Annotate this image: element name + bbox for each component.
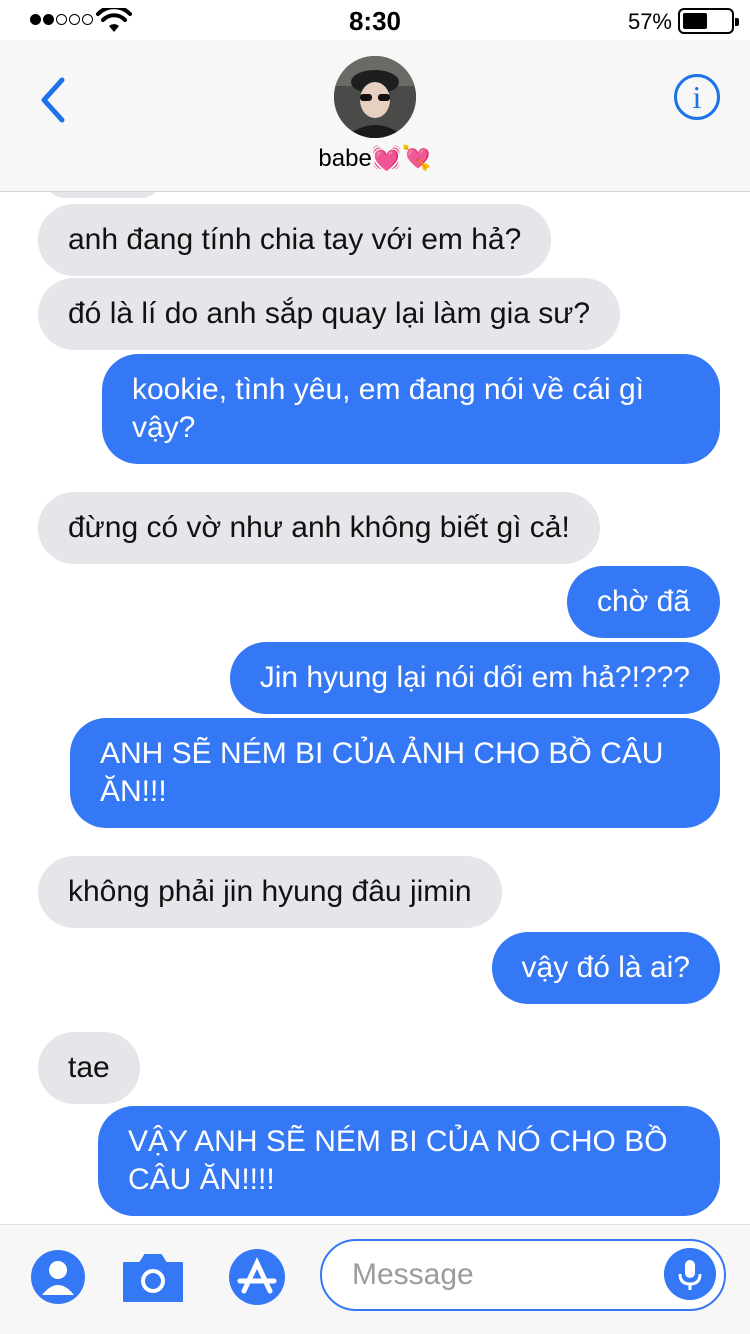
message-input-container[interactable] (320, 1239, 726, 1311)
incoming-message[interactable]: đừng có vờ như anh không biết gì cả! (38, 492, 600, 564)
contact-avatar[interactable] (334, 56, 416, 138)
contact-name-text: babe (318, 145, 372, 172)
contact-name[interactable]: babe💓💘 (0, 144, 750, 173)
camera-icon[interactable] (120, 1247, 186, 1307)
incoming-message[interactable]: tae (38, 1032, 140, 1104)
conversation-header: babe💓💘 i (0, 40, 750, 192)
battery-icon (678, 8, 739, 34)
info-icon[interactable]: i (674, 74, 720, 120)
outgoing-message[interactable]: vậy đó là ai? (491, 932, 720, 1004)
message-composer (0, 1224, 750, 1334)
previous-message-bubble (46, 192, 160, 198)
microphone-icon[interactable] (664, 1248, 716, 1300)
contact-icon[interactable] (28, 1247, 88, 1307)
incoming-message[interactable]: không phải jin hyung đâu jimin (38, 856, 502, 928)
status-bar: 8:30 57% (0, 0, 750, 40)
incoming-message[interactable]: anh đang tính chia tay với em hả? (38, 204, 552, 276)
chevron-left-icon[interactable] (30, 70, 80, 130)
app-store-icon[interactable] (224, 1247, 290, 1307)
outgoing-message[interactable]: chờ đã (566, 566, 720, 638)
battery-percentage: 57% (627, 9, 672, 34)
message-thread: anh đang tính chia tay với em hả? đó là … (0, 192, 750, 1224)
avatar-photo (334, 56, 416, 138)
contact-name-emoji: 💓💘 (371, 145, 432, 172)
outgoing-message[interactable]: Jin hyung lại nói dối em hả?!??? (229, 642, 720, 714)
outgoing-message[interactable]: VẬY ANH SẼ NÉM BI CỦA NÓ CHO BỒ CÂU ĂN!!… (98, 1106, 720, 1216)
message-input[interactable] (352, 1241, 652, 1308)
incoming-message[interactable]: đó là lí do anh sắp quay lại làm gia sư? (38, 278, 621, 350)
outgoing-message[interactable]: ANH SẼ NÉM BI CỦA ẢNH CHO BỒ CÂU ĂN!!! (70, 718, 720, 828)
outgoing-message[interactable]: kookie, tình yêu, em đang nói về cái gì … (102, 354, 720, 464)
